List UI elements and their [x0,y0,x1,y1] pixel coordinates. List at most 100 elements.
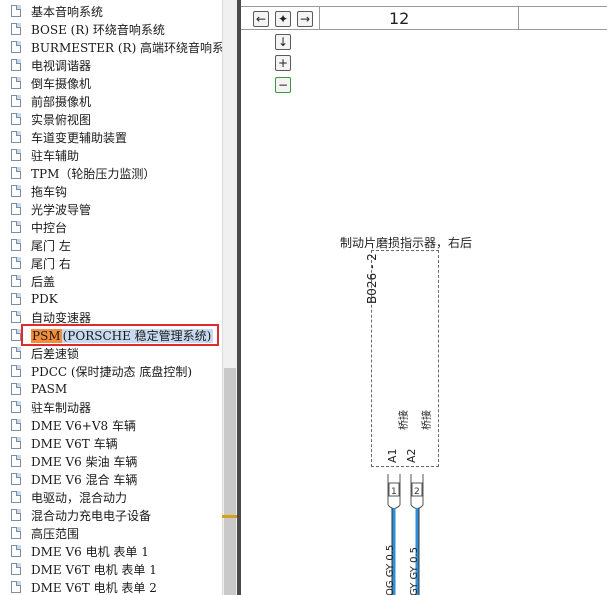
document-icon [11,77,21,89]
tree-item[interactable]: DME V6T 电机 表单 2 [0,578,222,595]
tree-item[interactable]: TPM（轮胎压力监测） [0,164,222,182]
document-icon [11,149,21,161]
document-icon [11,509,21,521]
tree-item-label: 电视调谐器 [31,58,92,73]
scrollbar-thumb[interactable] [224,368,236,595]
tree-item-label: DME V6 混合 车辆 [31,472,138,487]
selected-item-outline [21,324,219,346]
tree-item[interactable]: PASM [0,380,222,398]
document-icon [11,473,21,485]
document-icon [11,113,21,125]
tree-item[interactable]: 后差速锁 [0,344,222,362]
tree-item[interactable]: 光学波导管 [0,200,222,218]
tree-item[interactable]: 实景俯视图 [0,110,222,128]
document-icon [11,293,21,305]
tree-item-label: DME V6+V8 车辆 [31,418,136,433]
tree-item-label: DME V6 柴油 车辆 [31,454,138,469]
document-icon [11,95,21,107]
wiring-diagram: 12 ← ✦ → ↓ + − 制动片磨损指示器，右后 B026 - 2 桥接 桥… [241,0,607,595]
tree-item[interactable]: PDK [0,290,222,308]
document-icon [11,239,21,251]
tree-item-label: BURMESTER (R) 高端环绕音响系 [31,40,222,55]
document-icon [11,167,21,179]
document-icon [11,311,21,323]
document-icon [11,59,21,71]
tree-item-label: DME V6T 电机 表单 2 [31,580,157,595]
tree-item-label: PDCC (保时捷动态 底盘控制) [31,364,193,379]
tree-item-label: BOSE (R) 环绕音响系统 [31,22,165,37]
document-icon [11,401,21,413]
tree-item-label: DME V6T 车辆 [31,436,118,451]
tree-item-label: 后盖 [31,274,56,289]
document-icon [11,491,21,503]
document-icon [11,527,21,539]
tree-item-label: 基本音响系统 [31,4,104,19]
wire-graphics: 1 2 [387,474,424,595]
document-icon [11,131,21,143]
tree-item[interactable]: BOSE (R) 环绕音响系统 [0,20,222,38]
tree-item[interactable]: 混合动力充电电子设备 [0,506,222,524]
tree-item-label: 自动变速器 [31,310,92,325]
tree-item[interactable]: DME V6 电机 表单 1 [0,542,222,560]
tree-item[interactable]: 基本音响系统 [0,2,222,20]
document-icon [11,23,21,35]
tree-item[interactable]: PDCC (保时捷动态 底盘控制) [0,362,222,380]
pin-2-terminal-mark: 2 [414,487,420,497]
tree-item[interactable]: 后盖 [0,272,222,290]
document-icon [11,275,21,287]
document-icon [11,365,21,377]
tree-item[interactable]: 车道变更辅助装置 [0,128,222,146]
tree-item[interactable]: 尾门 左 [0,236,222,254]
tree-item[interactable]: 电视调谐器 [0,56,222,74]
tree-item-label: 尾门 右 [31,256,71,271]
tree-item-label: 实景俯视图 [31,112,92,127]
tree-item-label: 倒车摄像机 [31,76,92,91]
tree-item[interactable]: 前部摄像机 [0,92,222,110]
tree-item[interactable]: DME V6+V8 车辆 [0,416,222,434]
tree-item-label: TPM（轮胎压力监测） [31,166,156,181]
tree-item[interactable]: BURMESTER (R) 高端环绕音响系 [0,38,222,56]
document-icon [11,581,21,593]
tree-scrollbar[interactable] [222,0,238,595]
document-icon [11,347,21,359]
document-icon [11,563,21,575]
tree-item-label: 中控台 [31,220,68,235]
document-icon [11,203,21,215]
tree-item[interactable]: 倒车摄像机 [0,74,222,92]
tree-item[interactable]: DME V6T 车辆 [0,434,222,452]
tree-item[interactable]: DME V6T 电机 表单 1 [0,560,222,578]
tree-item[interactable]: 中控台 [0,218,222,236]
tree-item-label: 后差速锁 [31,346,80,361]
tree-item-label: 混合动力充电电子设备 [31,508,152,523]
tree-item-label: 拖车钩 [31,184,68,199]
tree-item-label: 驻车制动器 [31,400,92,415]
tree-item-label: 驻车辅助 [31,148,80,163]
scrollbar-marker [222,515,238,518]
document-icon [11,41,21,53]
document-icon [11,383,21,395]
tree-item[interactable]: DME V6 混合 车辆 [0,470,222,488]
tree-item[interactable]: 电驱动，混合动力 [0,488,222,506]
tree-item-label: DME V6 电机 表单 1 [31,544,149,559]
document-icon [11,221,21,233]
tree-item-label: PDK [31,292,58,306]
document-icon [11,419,21,431]
tree-item[interactable]: 驻车制动器 [0,398,222,416]
document-icon [11,455,21,467]
tree-item-label: DME V6T 电机 表单 1 [31,562,157,577]
tree-item[interactable]: DME V6 柴油 车辆 [0,452,222,470]
document-icon [11,5,21,17]
tree-item-label: 车道变更辅助装置 [31,130,128,145]
document-icon [11,329,21,341]
tree-item-label: 前部摄像机 [31,94,92,109]
wire-2-label: GY GY 0.5 [409,547,420,595]
tree-item[interactable]: 驻车辅助 [0,146,222,164]
tree-item[interactable]: 拖车钩 [0,182,222,200]
tree-item[interactable]: 尾门 右 [0,254,222,272]
document-icon [11,185,21,197]
tree-item-label: 尾门 左 [31,238,71,253]
document-icon [11,257,21,269]
tree-item[interactable]: 高压范围 [0,524,222,542]
tree-item-label: 高压范围 [31,526,80,541]
tree-item-label: PASM [31,382,68,396]
